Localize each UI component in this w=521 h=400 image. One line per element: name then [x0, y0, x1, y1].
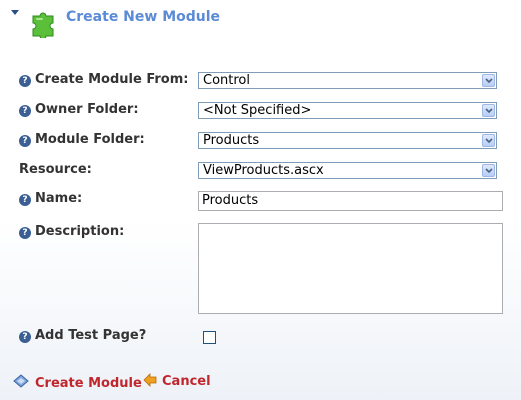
- help-icon[interactable]: ?: [19, 75, 31, 87]
- owner-folder-value: <Not Specified>: [203, 103, 312, 118]
- collapse-arrow-icon[interactable]: [11, 10, 19, 15]
- add-test-page-label: ? Add Test Page?: [19, 328, 146, 343]
- description-textarea[interactable]: [198, 223, 503, 314]
- help-icon[interactable]: ?: [19, 135, 31, 147]
- resource-value: ViewProducts.ascx: [203, 163, 324, 178]
- section-title[interactable]: Create New Module: [66, 9, 220, 25]
- back-arrow-icon: [143, 373, 157, 387]
- cancel-button[interactable]: Cancel: [143, 373, 211, 389]
- module-folder-select[interactable]: Products: [198, 132, 497, 149]
- create-module-button[interactable]: Create Module: [12, 373, 142, 391]
- owner-folder-label: ? Owner Folder:: [19, 102, 139, 117]
- owner-folder-select[interactable]: <Not Specified>: [198, 102, 497, 119]
- create-from-label: ? Create Module From:: [19, 72, 188, 87]
- help-icon[interactable]: ?: [19, 105, 31, 117]
- puzzle-piece-icon: [32, 12, 54, 38]
- help-icon[interactable]: ?: [19, 194, 31, 206]
- create-module-icon: [13, 374, 29, 388]
- chevron-down-icon[interactable]: [482, 164, 495, 177]
- help-icon[interactable]: ?: [19, 331, 31, 343]
- add-test-page-checkbox[interactable]: [203, 331, 216, 344]
- resource-select[interactable]: ViewProducts.ascx: [198, 162, 497, 179]
- name-input[interactable]: Products: [198, 191, 503, 211]
- chevron-down-icon[interactable]: [482, 134, 495, 147]
- resource-label: Resource:: [19, 162, 92, 177]
- help-icon[interactable]: ?: [19, 227, 31, 239]
- module-folder-label: ? Module Folder:: [19, 132, 145, 147]
- name-label: ? Name:: [19, 191, 82, 206]
- create-from-value: Control: [203, 73, 250, 88]
- create-from-select[interactable]: Control: [198, 72, 497, 89]
- module-folder-value: Products: [203, 133, 260, 148]
- chevron-down-icon[interactable]: [482, 74, 495, 87]
- description-label: ? Description:: [19, 224, 124, 239]
- chevron-down-icon[interactable]: [482, 104, 495, 117]
- module-header: Create New Module: [0, 0, 521, 40]
